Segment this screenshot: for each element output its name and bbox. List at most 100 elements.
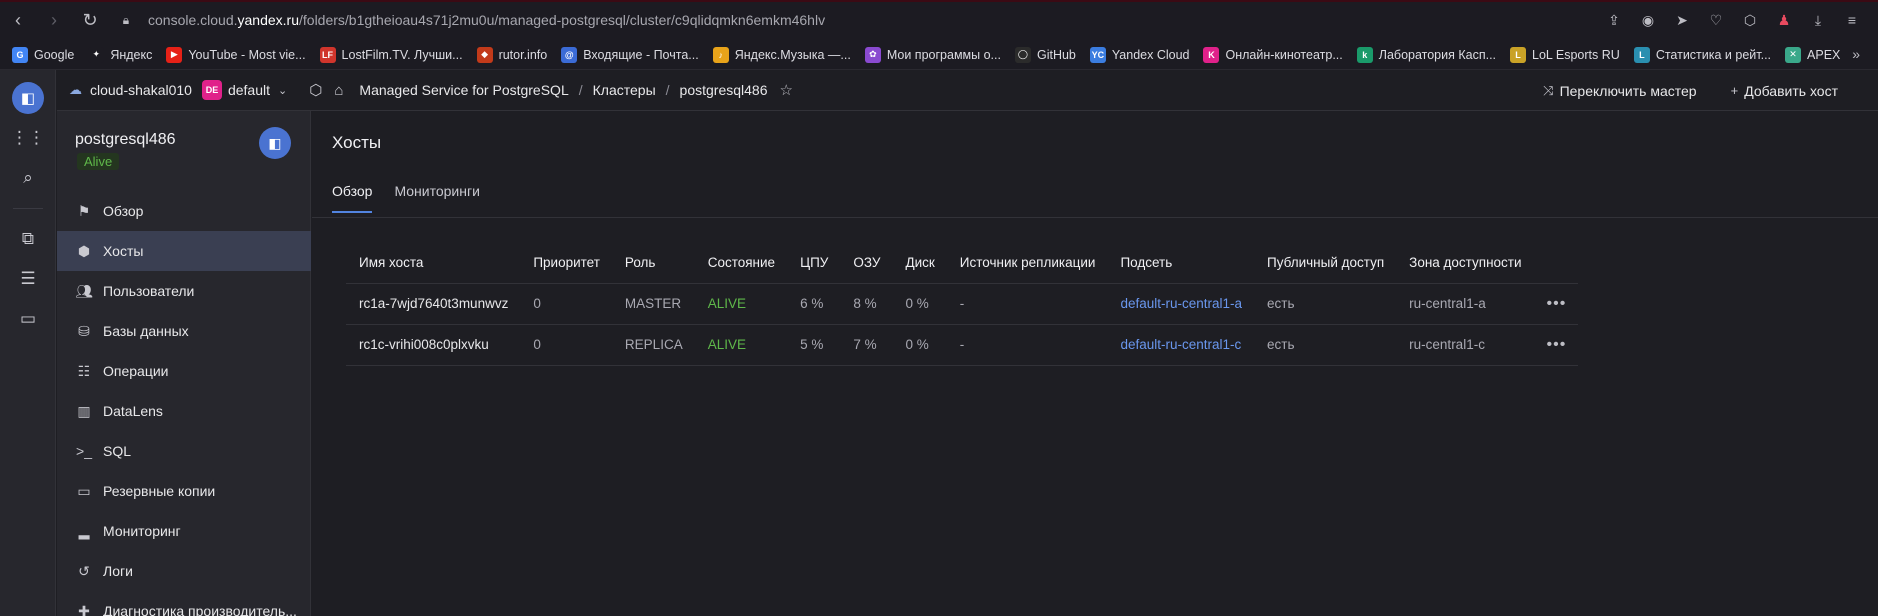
sidebar-item-6[interactable]: >_ SQL — [57, 431, 311, 471]
reload-icon[interactable]: ↻ — [72, 2, 108, 38]
bookmark-item[interactable]: K Онлайн-кинотеатр... — [1203, 46, 1343, 63]
bookmark-label: Яндекс — [110, 47, 153, 62]
sidebar-item-label: Мониторинг — [103, 523, 181, 539]
cell-subnet[interactable]: default-ru-central1-a — [1107, 282, 1254, 324]
archive-icon[interactable]: ▭ — [0, 299, 56, 339]
bookmark-item[interactable]: ✦ Яндекс — [88, 46, 153, 63]
download-icon[interactable]: ⤓ — [1808, 10, 1828, 30]
sidebar-item-3[interactable]: ⛁ Базы данных — [57, 311, 311, 351]
column-header[interactable]: Диск — [892, 243, 946, 283]
cell-ram: 8 % — [840, 282, 893, 324]
services-grid-icon[interactable]: ⋮⋮ — [0, 118, 56, 158]
cell-host-name: rc1c-vrihi008c0plxvku — [346, 323, 521, 366]
sidebar-item-2[interactable]: 👥︎ Пользователи — [57, 271, 311, 311]
terminal-icon: >_ — [76, 443, 92, 459]
camera-icon[interactable]: ◉ — [1638, 10, 1658, 30]
column-header[interactable]: Подсеть — [1107, 243, 1254, 283]
column-header[interactable]: ЦПУ — [787, 243, 840, 283]
bookmark-item[interactable]: ◆ rutor.info — [476, 46, 547, 63]
switch-master-button[interactable]: ⤨ Переключить мастер — [1543, 83, 1696, 99]
column-header[interactable]: Публичный доступ — [1254, 243, 1396, 283]
search-icon[interactable]: ⌕ — [0, 158, 56, 198]
table-row[interactable]: rc1a-7wjd7640t3munwvz 0 MASTER ALIVE 6 % 8 % 0… — [346, 282, 1579, 324]
sidebar-item-label: Базы данных — [103, 323, 189, 339]
programs-icon: ✿ — [864, 46, 881, 63]
lock-icon: 🔒︎ — [122, 12, 130, 27]
cloud-name: cloud-shakal010 — [90, 82, 192, 98]
heart-icon[interactable]: ♡ — [1706, 10, 1726, 30]
cell-role: REPLICA — [611, 323, 695, 366]
column-header[interactable]: Источник репликации — [947, 243, 1108, 283]
bookmark-item[interactable]: G Google — [12, 46, 75, 63]
sidebar-item-10[interactable]: ✚ Диагностика производитель... — [57, 591, 311, 616]
profile-icon[interactable]: ♟ — [1774, 10, 1794, 30]
cell-subnet[interactable]: default-ru-central1-c — [1107, 323, 1254, 366]
cell-replication-source: - — [946, 282, 1108, 324]
cloud-selector[interactable]: ☁ cloud-shakal010 DE default ⌄ — [69, 80, 287, 100]
checklist-icon[interactable]: ☰ — [0, 259, 56, 299]
bookmark-label: Входящие - Почта... — [583, 47, 699, 62]
sidebar-item-5[interactable]: ▥ DataLens — [57, 391, 311, 431]
bookmark-label: Google — [34, 47, 75, 62]
sidebar-item-8[interactable]: ▂ Мониторинг — [57, 511, 311, 551]
home-icon[interactable]: ⌂ — [334, 82, 343, 99]
column-header[interactable]: ОЗУ — [840, 243, 892, 283]
kinopoisk-icon: K — [1203, 46, 1220, 63]
tab-overview[interactable]: Обзор — [332, 183, 373, 213]
column-header[interactable]: Зона доступности — [1396, 243, 1533, 283]
switch-master-label: Переключить мастер — [1559, 82, 1697, 99]
console-header: ☁ cloud-shakal010 DE default ⌄ ⬡ ⌂ Manag… — [57, 70, 1878, 111]
sidebar-item-1[interactable]: ⬢ Хосты — [57, 231, 311, 271]
cube-icon[interactable]: ⬡ — [1740, 10, 1760, 30]
sidebar-item-label: Пользователи — [103, 283, 195, 299]
history-icon: ↺ — [78, 562, 90, 579]
column-header[interactable]: Приоритет — [520, 243, 612, 283]
back-icon[interactable]: ‹ — [0, 2, 36, 38]
bookmark-item[interactable]: ✕ APEX — [1785, 46, 1840, 63]
share-icon[interactable]: ⇪ — [1604, 10, 1624, 30]
yc-logo[interactable]: ◧ — [0, 78, 56, 118]
cell-ram: 7 % — [840, 323, 893, 366]
bookmark-item[interactable]: L LoL Esports RU — [1510, 46, 1620, 63]
sidebar-item-4[interactable]: ☷ Операции — [57, 351, 311, 391]
column-header[interactable]: Состояние — [695, 243, 787, 283]
sidebar-item-0[interactable]: ⚑ Обзор — [57, 191, 311, 231]
bookmark-item[interactable]: ♪ Яндекс.Музыка —... — [712, 46, 851, 63]
bookmark-item[interactable]: k Лаборатория Касп... — [1356, 46, 1496, 63]
service-icon[interactable]: ⬡ — [309, 81, 322, 99]
chart-icon: ▥ — [77, 402, 91, 419]
menu-icon[interactable]: ≡ — [1842, 10, 1862, 30]
bookmark-item[interactable]: LF LostFilm.TV. Лучши... — [319, 46, 463, 63]
send-icon[interactable]: ➤ — [1672, 10, 1692, 30]
address-bar[interactable]: 🔒︎ console.cloud. yandex.ru/folders/b1gth… — [118, 12, 825, 28]
sidebar-item-9[interactable]: ↺ Логи — [57, 551, 311, 591]
table-row[interactable]: rc1c-vrihi008c0plxvku 0 REPLICA ALIVE 5 % 7 %… — [346, 323, 1579, 366]
cell-state: ALIVE — [694, 282, 788, 324]
cell-zone: ru-central1-c — [1396, 323, 1534, 366]
breadcrumb-service[interactable]: Managed Service for PostgreSQL — [359, 82, 568, 98]
tab-monitoring[interactable]: Мониторинги — [394, 183, 479, 213]
sidebar-item-7[interactable]: ▭ Резервные копии — [57, 471, 311, 511]
breadcrumb-clusters[interactable]: Кластеры — [593, 82, 656, 98]
apex-icon: ✕ — [1785, 46, 1802, 63]
bookmark-label: Статистика и рейт... — [1655, 47, 1772, 62]
bookmark-item[interactable]: ▶ YouTube - Most vie... — [166, 46, 306, 63]
forward-icon[interactable]: › — [36, 2, 72, 38]
diagnostics-icon: ✚ — [78, 602, 90, 616]
star-icon[interactable]: ☆ — [779, 81, 792, 99]
sidebar-item-label: Хосты — [103, 243, 144, 259]
bookmark-item[interactable]: ✿ Мои программы о... — [864, 46, 1001, 63]
bookmarks-overflow-icon[interactable]: » — [1852, 46, 1860, 62]
add-host-button[interactable]: + Добавить хост — [1731, 83, 1838, 99]
column-header[interactable]: Роль — [612, 243, 695, 283]
column-header[interactable]: Имя хоста — [346, 243, 520, 283]
bookmark-item[interactable]: YC Yandex Cloud — [1089, 46, 1189, 63]
postgresql-icon: ◧ — [259, 127, 291, 159]
bookmark-item[interactable]: @ Входящие - Почта... — [561, 46, 699, 63]
more-icon[interactable]: ••• — [1533, 282, 1579, 324]
more-icon[interactable]: ••• — [1533, 323, 1579, 366]
bookmark-item[interactable]: L Статистика и рейт... — [1633, 46, 1772, 63]
nodes-icon[interactable]: ⧉ — [0, 219, 56, 259]
bookmark-item[interactable]: ◯ GitHub — [1014, 46, 1076, 63]
sidebar-item-label: Диагностика производитель... — [103, 603, 297, 616]
